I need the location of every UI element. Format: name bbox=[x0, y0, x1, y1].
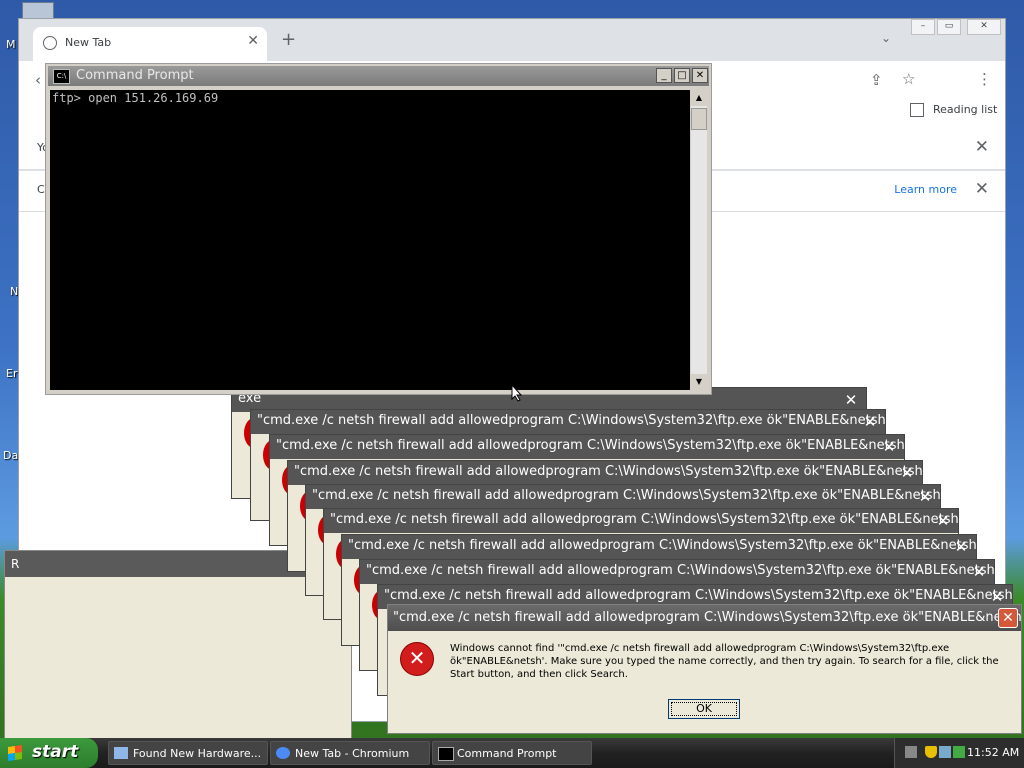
maximize-button[interactable]: □ bbox=[674, 68, 690, 83]
dialog-titlebar: "cmd.exe /c netsh firewall add allowedpr… bbox=[324, 509, 959, 533]
share-icon[interactable]: ⇪ bbox=[870, 71, 883, 89]
taskbar-item-found-new-hardware[interactable]: Found New Hardware... bbox=[108, 741, 268, 765]
close-icon[interactable]: ✕ bbox=[898, 464, 916, 482]
close-icon[interactable]: ✕ bbox=[842, 391, 860, 409]
dialog-titlebar: "cmd.exe /c netsh firewall add allowedpr… bbox=[251, 410, 886, 434]
infobar-text: C bbox=[37, 183, 45, 196]
dialog-title: "cmd.exe /c netsh firewall add allowedpr… bbox=[348, 538, 977, 553]
hardware-window-icon bbox=[114, 747, 128, 759]
taskbar-item-label: New Tab - Chromium bbox=[295, 747, 410, 760]
reading-list-button[interactable]: Reading list bbox=[933, 103, 997, 116]
dialog-titlebar: "cmd.exe /c netsh firewall add allowedpr… bbox=[288, 461, 923, 485]
error-dialog-main: "cmd.exe /c netsh firewall add allowedpr… bbox=[387, 604, 1022, 734]
desktop-label-fragment: Er bbox=[6, 367, 18, 380]
ok-button[interactable]: OK bbox=[668, 699, 740, 719]
start-button[interactable]: start bbox=[0, 738, 98, 768]
clock: 11:52 AM bbox=[967, 746, 1020, 759]
dialog-title: "cmd.exe /c netsh firewall add allowedpr… bbox=[366, 563, 995, 578]
dialog-titlebar: "cmd.exe /c netsh firewall add allowedpr… bbox=[360, 560, 995, 584]
close-window-button[interactable]: ✕ bbox=[967, 19, 1001, 35]
dialog-title: "cmd.exe /c netsh firewall add allowedpr… bbox=[276, 438, 905, 453]
dialog-titlebar: "cmd.exe /c netsh firewall add allowedpr… bbox=[306, 485, 941, 509]
close-icon[interactable]: ✕ bbox=[916, 488, 934, 506]
dialog-titlebar: "cmd.exe /c netsh firewall add allowedpr… bbox=[342, 535, 977, 559]
taskbar-item-label: Command Prompt bbox=[457, 747, 557, 760]
tab-strip: New Tab ✕ + ⌄ – ▭ ✕ bbox=[19, 19, 1005, 61]
new-tab-button[interactable]: + bbox=[281, 29, 296, 50]
chromium-icon bbox=[276, 747, 290, 759]
cmd-terminal[interactable]: ftp> open 151.26.169.69 bbox=[50, 90, 690, 390]
tab-search-chevron-icon[interactable]: ⌄ bbox=[881, 31, 891, 45]
close-icon[interactable]: ✕ bbox=[880, 438, 898, 456]
dialog-titlebar: "cmd.exe /c netsh firewall add allowedpr… bbox=[388, 605, 1022, 631]
desktop-label-fragment: Da bbox=[3, 449, 19, 462]
dialog-title-fragment: R bbox=[11, 557, 20, 571]
start-label: start bbox=[32, 742, 79, 762]
maximize-button[interactable]: ▭ bbox=[937, 19, 961, 35]
windows-flag-icon bbox=[8, 745, 22, 761]
dialog-title: "cmd.exe /c netsh firewall add allowedpr… bbox=[257, 413, 886, 428]
cmd-title: Command Prompt bbox=[76, 68, 194, 83]
dialog-title: "cmd.exe /c netsh firewall add allowedpr… bbox=[294, 464, 923, 479]
error-message: Windows cannot find '"cmd.exe /c netsh f… bbox=[450, 643, 999, 680]
tab-title: New Tab bbox=[65, 36, 112, 49]
error-icon: ✕ bbox=[400, 642, 434, 676]
system-tray: 11:52 AM bbox=[894, 738, 1024, 768]
close-button[interactable]: ✕ bbox=[692, 68, 708, 83]
scroll-up-icon[interactable]: ▲ bbox=[691, 90, 707, 106]
infobar-close-icon[interactable]: ✕ bbox=[975, 179, 989, 199]
terminal-line: ftp> open 151.26.169.69 bbox=[52, 91, 219, 105]
dialog-titlebar: "cmd.exe /c netsh firewall add allowedpr… bbox=[270, 435, 905, 459]
close-icon[interactable]: ✕ bbox=[970, 563, 988, 581]
taskbar-item-label: Found New Hardware... bbox=[133, 747, 262, 760]
minimize-button[interactable]: – bbox=[911, 19, 935, 35]
security-shield-icon[interactable] bbox=[925, 746, 937, 758]
dialog-title: "cmd.exe /c netsh firewall add allowedpr… bbox=[330, 512, 959, 527]
cmd-icon bbox=[438, 747, 454, 761]
command-prompt-window: C:\ Command Prompt _ □ ✕ ftp> open 151.2… bbox=[45, 63, 712, 395]
scroll-thumb[interactable] bbox=[691, 108, 707, 130]
desktop-label-fragment: N bbox=[10, 285, 19, 298]
scroll-down-icon[interactable]: ▼ bbox=[691, 374, 707, 390]
dialog-title: "cmd.exe /c netsh firewall add allowedpr… bbox=[393, 610, 1022, 625]
globe-icon bbox=[43, 36, 57, 50]
cmd-icon: C:\ bbox=[53, 69, 70, 84]
back-icon[interactable]: ‹ bbox=[35, 71, 41, 89]
desktop-label-fragment: M bbox=[6, 38, 16, 51]
keyboard-icon[interactable] bbox=[905, 746, 917, 758]
close-icon[interactable]: ✕ bbox=[861, 413, 879, 431]
taskbar-item-chromium[interactable]: New Tab - Chromium bbox=[270, 741, 430, 765]
scrollbar[interactable]: ▲ ▼ bbox=[691, 90, 707, 390]
infobar-close-icon[interactable]: ✕ bbox=[975, 137, 989, 157]
partial-dialog: R bbox=[4, 550, 352, 752]
reading-list-icon bbox=[910, 103, 924, 117]
cmd-titlebar[interactable]: C:\ Command Prompt _ □ ✕ bbox=[48, 66, 709, 86]
dialog-title: "cmd.exe /c netsh firewall add allowedpr… bbox=[384, 588, 1013, 603]
mouse-cursor-icon bbox=[511, 384, 523, 402]
network-activity-icon[interactable] bbox=[953, 746, 965, 758]
close-icon[interactable]: ✕ bbox=[952, 538, 970, 556]
network-icon[interactable] bbox=[939, 746, 951, 758]
bookmark-star-icon[interactable]: ☆ bbox=[902, 70, 915, 88]
taskbar: start Found New Hardware... New Tab - Ch… bbox=[0, 738, 1024, 768]
close-tab-icon[interactable]: ✕ bbox=[247, 33, 259, 49]
taskbar-item-command-prompt[interactable]: Command Prompt bbox=[432, 741, 592, 765]
close-icon[interactable]: ✕ bbox=[934, 512, 952, 530]
close-button[interactable]: ✕ bbox=[998, 608, 1018, 628]
dialog-title: "cmd.exe /c netsh firewall add allowedpr… bbox=[312, 488, 941, 503]
minimize-button[interactable]: _ bbox=[656, 68, 672, 83]
learn-more-link[interactable]: Learn more bbox=[894, 183, 957, 196]
tab-new-tab[interactable]: New Tab ✕ bbox=[33, 27, 267, 61]
menu-kebab-icon[interactable]: ⋮ bbox=[977, 70, 992, 88]
